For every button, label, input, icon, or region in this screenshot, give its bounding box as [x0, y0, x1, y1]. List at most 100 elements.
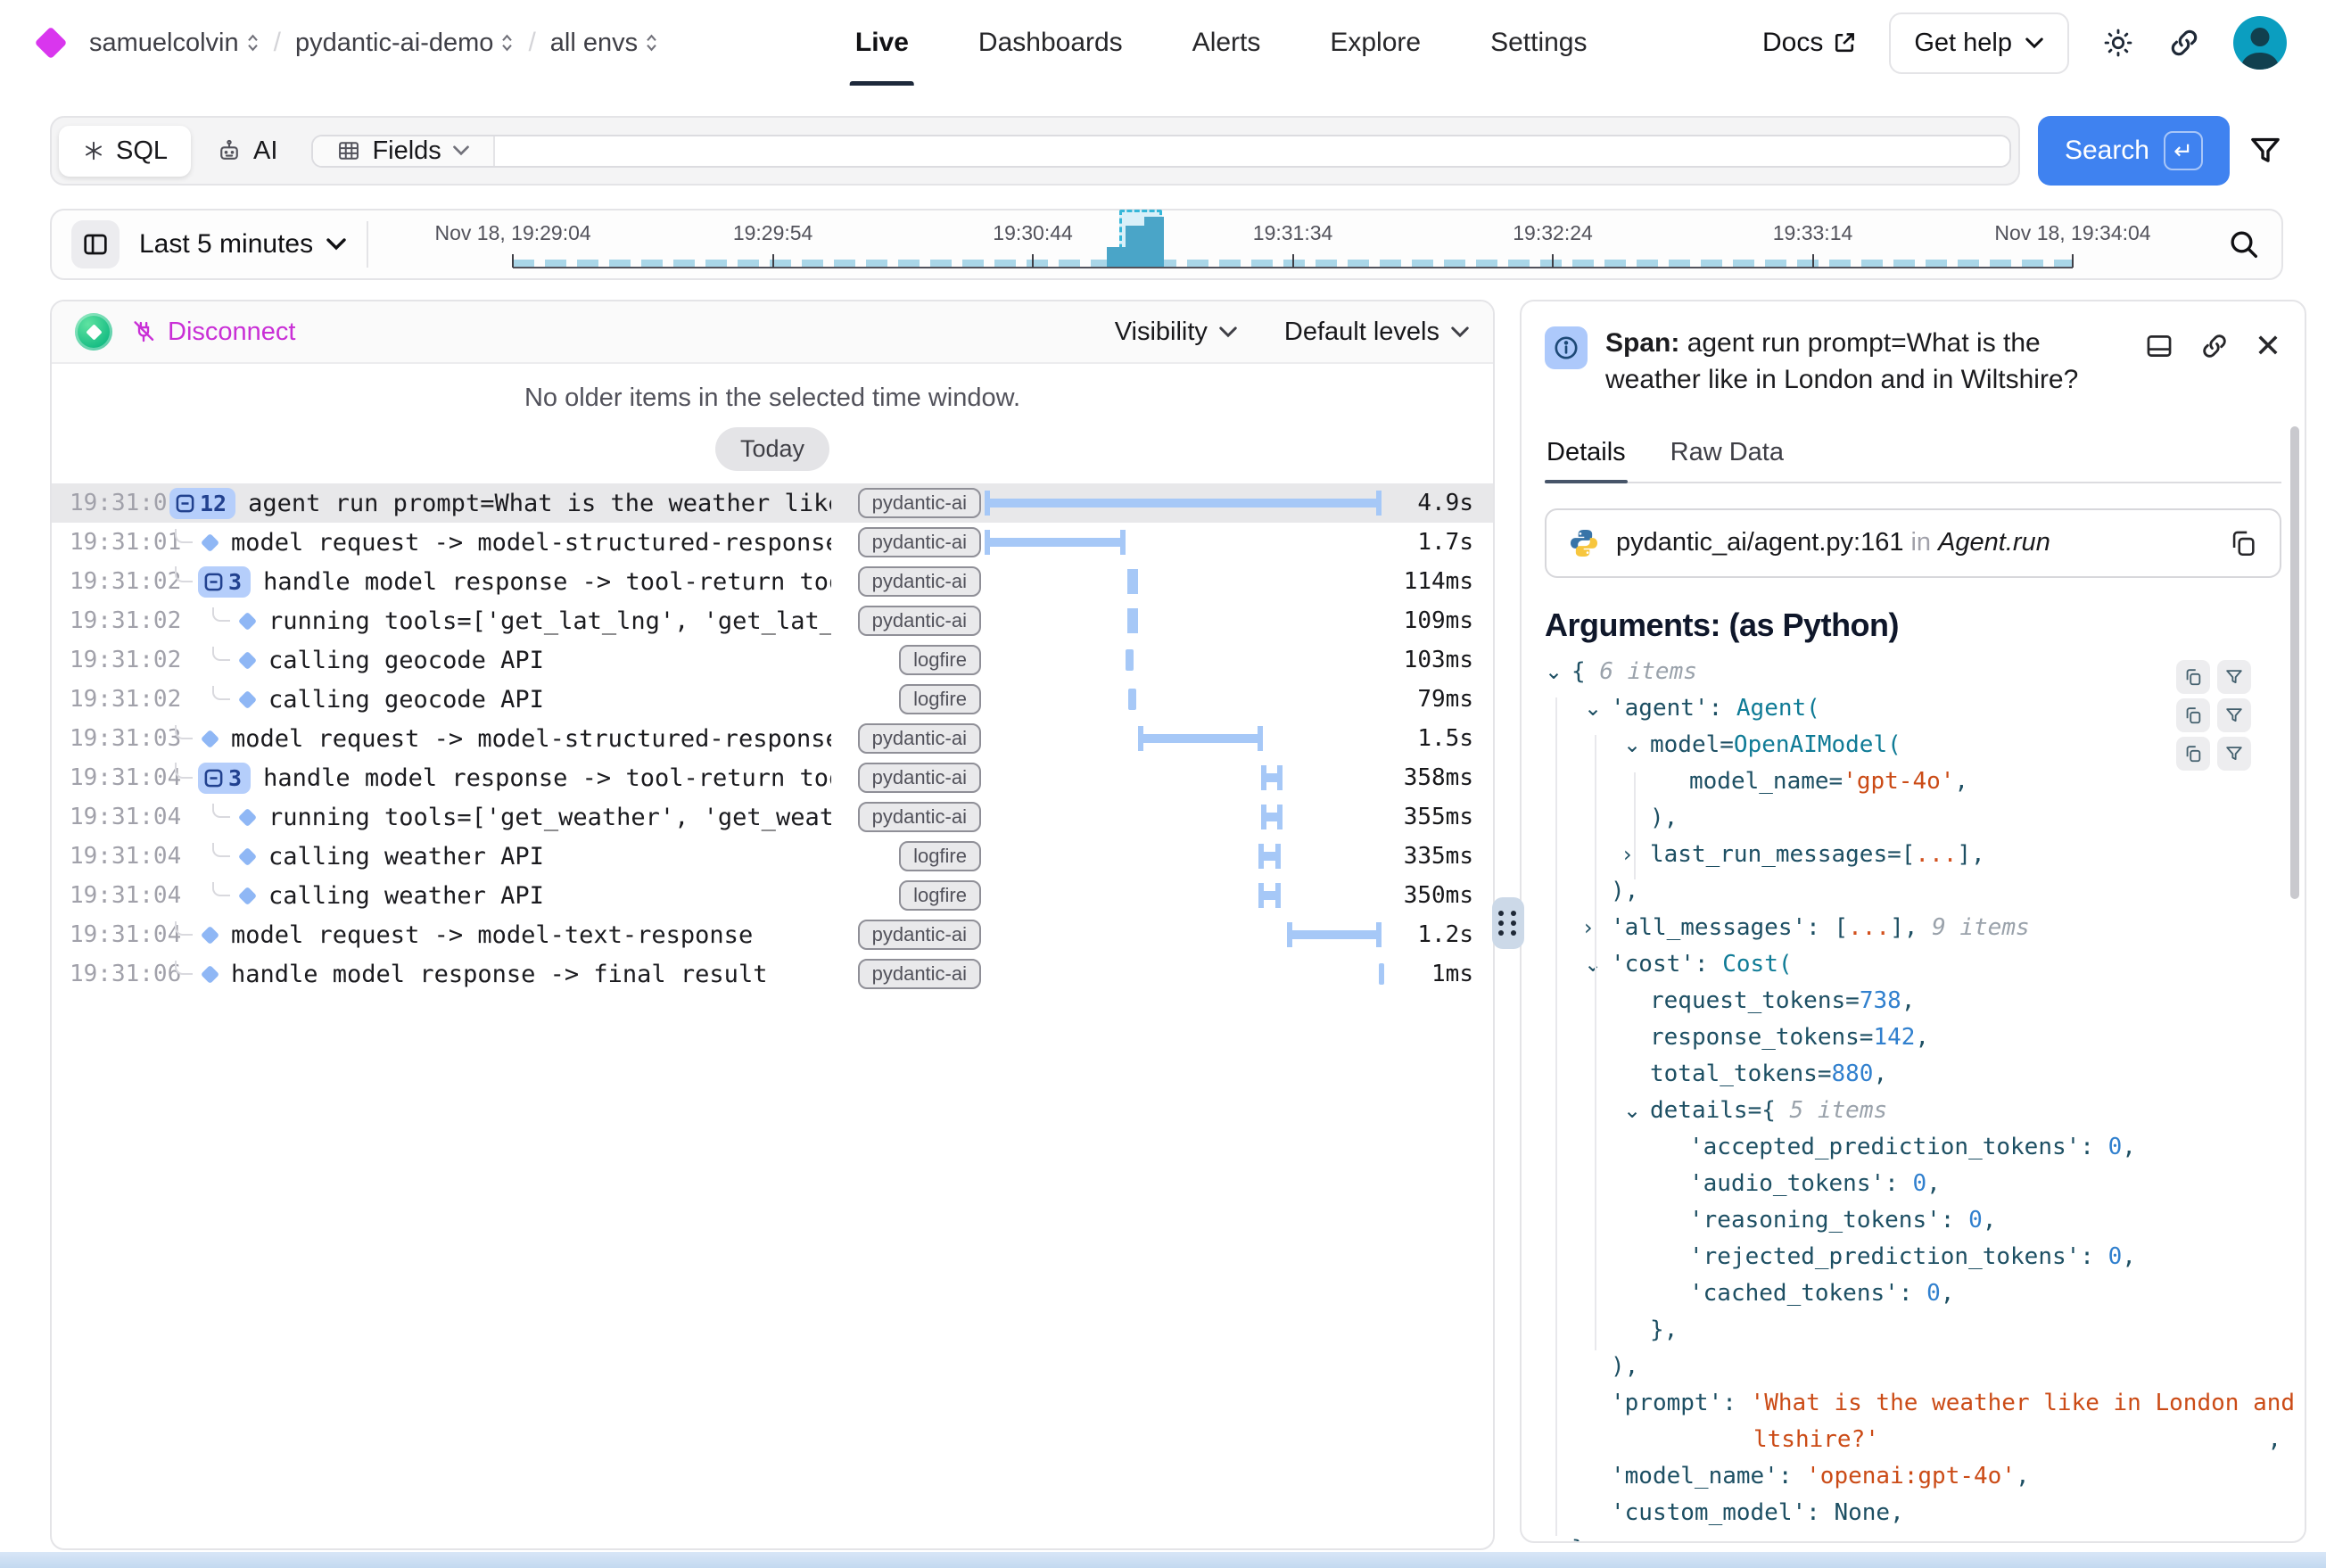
collapse-chevron-icon[interactable]: ⌄ [1584, 952, 1611, 977]
tag-pill[interactable]: pydantic-ai [858, 920, 981, 950]
search-input[interactable] [495, 136, 2009, 166]
theme-toggle-sun-icon[interactable] [2101, 26, 2135, 60]
tab-alerts[interactable]: Alerts [1192, 0, 1261, 86]
copy-icon[interactable] [2176, 660, 2210, 694]
tag-pill[interactable]: logfire [899, 684, 981, 714]
tag-pill[interactable]: logfire [899, 880, 981, 911]
sort-chevrons-icon [500, 32, 514, 54]
detail-tab-details[interactable]: Details [1545, 429, 1628, 482]
histogram-bar [1144, 217, 1164, 267]
breadcrumb-item[interactable]: samuelcolvin [89, 29, 260, 58]
waterfall-cell [985, 483, 1388, 523]
span-duration: 109ms [1388, 607, 1493, 634]
expand-chevron-icon[interactable]: › [1584, 915, 1611, 940]
trace-row[interactable]: 19:31:02calling geocode APIlogfire79ms [52, 680, 1493, 719]
sql-mode-button[interactable]: SQL [59, 126, 191, 177]
ai-mode-button[interactable]: AI [196, 126, 297, 177]
code-line: total_tokens=880, [1545, 1060, 2281, 1097]
copy-link-icon[interactable] [2199, 331, 2230, 361]
trace-row[interactable]: 19:31:04calling weather APIlogfire350ms [52, 876, 1493, 915]
disconnect-button[interactable]: Disconnect [130, 318, 295, 347]
time-range-dropdown[interactable]: Last 5 minutes [139, 229, 347, 260]
tab-live[interactable]: Live [855, 0, 909, 86]
copy-icon[interactable] [2228, 528, 2258, 558]
filter-icon[interactable] [2217, 737, 2251, 771]
trace-row[interactable]: 19:31:02running tools=['get_lat_lng', 'g… [52, 601, 1493, 640]
zoom-magnifier-icon[interactable] [2206, 227, 2281, 262]
collapse-count-badge[interactable]: 3 [198, 566, 251, 598]
search-button[interactable]: Search ↵ [2038, 116, 2230, 186]
trace-row[interactable]: 19:31:04calling weather APIlogfire335ms [52, 837, 1493, 876]
logfire-logo-icon[interactable] [35, 27, 68, 60]
info-icon [1545, 326, 1588, 369]
code-line: 'reasoning_tokens': 0, [1545, 1207, 2281, 1243]
collapse-chevron-icon[interactable]: ⌄ [1623, 1098, 1650, 1123]
share-link-icon[interactable] [2167, 26, 2201, 60]
get-help-button[interactable]: Get help [1889, 12, 2069, 74]
tab-explore[interactable]: Explore [1330, 0, 1421, 86]
collapse-chevron-icon[interactable]: ⌄ [1584, 696, 1611, 721]
span-name: handle model response -> final result [231, 961, 767, 988]
collapse-chevron-icon[interactable]: ⌄ [1623, 732, 1650, 757]
span-diamond-icon [201, 925, 219, 944]
duration-bar [1258, 876, 1281, 915]
tag-pill[interactable]: logfire [899, 841, 981, 871]
tag-pill[interactable]: logfire [899, 645, 981, 675]
breadcrumb-item[interactable]: pydantic-ai-demo [295, 29, 514, 58]
breadcrumb-item[interactable]: all envs [550, 29, 658, 58]
tag-pill[interactable]: pydantic-ai [858, 488, 981, 518]
trace-row[interactable]: 19:31:03model request -> model-structure… [52, 719, 1493, 758]
filter-icon[interactable] [2217, 660, 2251, 694]
trace-row[interactable]: 19:31:0112agent run prompt=What is the w… [52, 483, 1493, 523]
tag-pill[interactable]: pydantic-ai [858, 802, 981, 832]
code-line: ⌄{ 6 items [1545, 658, 2281, 695]
user-avatar[interactable] [2233, 16, 2287, 70]
trace-row[interactable]: 19:31:043handle model response -> tool-r… [52, 758, 1493, 797]
scrollbar-thumb[interactable] [2290, 426, 2299, 899]
code-line: 'prompt': 'What is the weather like in L… [1545, 1390, 2281, 1426]
sidebar-toggle-icon[interactable] [71, 220, 120, 268]
span-name: calling weather API [268, 882, 544, 910]
timeline-tick-mark [2072, 254, 2074, 268]
copy-icon[interactable] [2176, 737, 2210, 771]
filter-icon[interactable] [2217, 698, 2251, 732]
trace-row[interactable]: 19:31:02calling geocode APIlogfire103ms [52, 640, 1493, 680]
tag-pill[interactable]: pydantic-ai [858, 566, 981, 597]
tab-settings[interactable]: Settings [1490, 0, 1587, 86]
panel-resize-handle[interactable] [1492, 897, 1524, 949]
filter-funnel-icon[interactable] [2248, 133, 2283, 169]
copy-icon[interactable] [2176, 698, 2210, 732]
source-location[interactable]: pydantic_ai/agent.py:161inAgent.run [1545, 508, 2281, 578]
live-status-icon[interactable] [75, 313, 112, 351]
dock-panel-icon[interactable] [2144, 331, 2174, 361]
tag-pill[interactable]: pydantic-ai [858, 723, 981, 754]
span-detail-panel: Span: agent run prompt=What is the weath… [1520, 300, 2306, 1543]
fields-dropdown[interactable]: Fields [313, 136, 494, 166]
today-button[interactable]: Today [715, 427, 829, 471]
collapse-count-badge[interactable]: 12 [169, 488, 235, 519]
detail-tab-raw-data[interactable]: Raw Data [1669, 429, 1786, 482]
trace-row[interactable]: 19:31:06handle model response -> final r… [52, 954, 1493, 994]
close-icon[interactable]: ✕ [2255, 330, 2281, 362]
waterfall-cell [985, 837, 1388, 876]
collapse-count-badge[interactable]: 3 [198, 763, 251, 794]
tag-pill[interactable]: pydantic-ai [858, 606, 981, 636]
span-title: Span: agent run prompt=What is the weath… [1605, 325, 2126, 399]
tab-dashboards[interactable]: Dashboards [978, 0, 1123, 86]
tag-pill[interactable]: pydantic-ai [858, 959, 981, 989]
visibility-dropdown[interactable]: Visibility [1115, 318, 1238, 347]
trace-row[interactable]: 19:31:04model request -> model-text-resp… [52, 915, 1493, 954]
tag-pill[interactable]: pydantic-ai [858, 763, 981, 793]
trace-row[interactable]: 19:31:04running tools=['get_weather', 'g… [52, 797, 1493, 837]
tag-pill[interactable]: pydantic-ai [858, 527, 981, 557]
trace-row[interactable]: 19:31:01model request -> model-structure… [52, 523, 1493, 562]
code-line: ), [1545, 1353, 2281, 1390]
histogram-bar [1107, 247, 1126, 267]
collapse-chevron-icon[interactable]: ⌄ [1545, 659, 1571, 684]
default-levels-dropdown[interactable]: Default levels [1284, 318, 1470, 347]
expand-chevron-icon[interactable]: › [1623, 842, 1650, 867]
trace-row[interactable]: 19:31:023handle model response -> tool-r… [52, 562, 1493, 601]
code-line: }, [1545, 1316, 2281, 1353]
docs-link[interactable]: Docs [1762, 28, 1857, 58]
timeline-track[interactable]: Nov 18, 19:29:0419:29:5419:30:4419:31:34… [388, 210, 2206, 278]
